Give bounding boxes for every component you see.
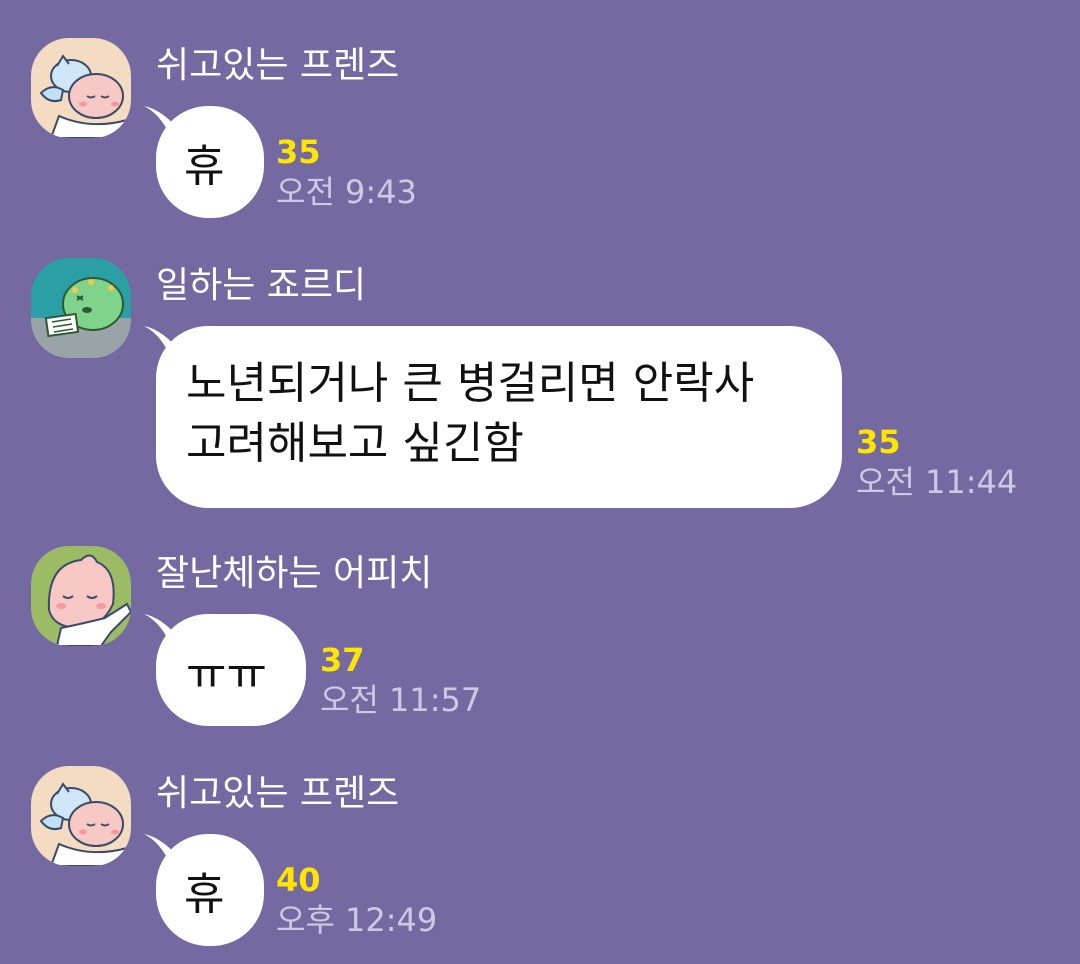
chat-message: 일하는 죠르디 노년되거나 큰 병걸리면 안락사 고려해보고 싶긴함 35 오전…	[0, 258, 1080, 508]
sender-name: 일하는 죠르디	[156, 265, 367, 306]
message-bubble[interactable]: 노년되거나 큰 병걸리면 안락사 고려해보고 싶긴함	[144, 326, 842, 508]
sender-name: 쉬고있는 프렌즈	[156, 45, 400, 86]
unread-count: 37	[320, 641, 365, 679]
message-meta: 35 오전 9:43	[276, 132, 417, 212]
chat-message: 쉬고있는 프렌즈 휴 35 오전 9:43	[0, 38, 1080, 218]
sender-name: 잘난체하는 어피치	[156, 553, 433, 594]
bubble-tail	[144, 106, 184, 146]
message-text: ㅠㅠ	[186, 649, 267, 700]
chat-message: 잘난체하는 어피치 ㅠㅠ 37 오전 11:57	[0, 546, 1080, 728]
message-meta: 35 오전 11:44	[856, 422, 1017, 502]
message-time: 오전 11:44	[856, 463, 1018, 501]
message-time: 오후 12:49	[276, 901, 438, 939]
message-text: 노년되거나 큰 병걸리면 안락사 고려해보고 싶긴함	[186, 358, 755, 469]
message-time: 오전 9:43	[276, 173, 417, 211]
resting-friends-avatar-icon[interactable]	[31, 766, 131, 866]
unread-count: 40	[276, 861, 321, 899]
message-meta: 37 오전 11:57	[320, 640, 481, 720]
bubble-tail	[144, 326, 184, 366]
chat-message: 쉬고있는 프렌즈 휴 40 오후 12:49	[0, 766, 1080, 946]
unread-count: 35	[856, 423, 901, 461]
bubble-tail	[144, 834, 184, 874]
resting-friends-avatar-icon[interactable]	[31, 38, 131, 138]
message-text: 휴	[184, 141, 225, 192]
working-jordy-avatar-icon[interactable]	[31, 258, 131, 358]
message-bubble[interactable]: 휴	[144, 106, 264, 218]
message-time: 오전 11:57	[320, 681, 482, 719]
message-meta: 40 오후 12:49	[276, 860, 437, 940]
bubble-tail	[144, 614, 184, 654]
boasting-apeach-avatar-icon[interactable]	[31, 546, 131, 646]
message-text: 휴	[184, 869, 225, 920]
message-bubble[interactable]: 휴	[144, 834, 264, 946]
unread-count: 35	[276, 133, 321, 171]
sender-name: 쉬고있는 프렌즈	[156, 773, 400, 814]
message-bubble[interactable]: ㅠㅠ	[144, 614, 306, 726]
